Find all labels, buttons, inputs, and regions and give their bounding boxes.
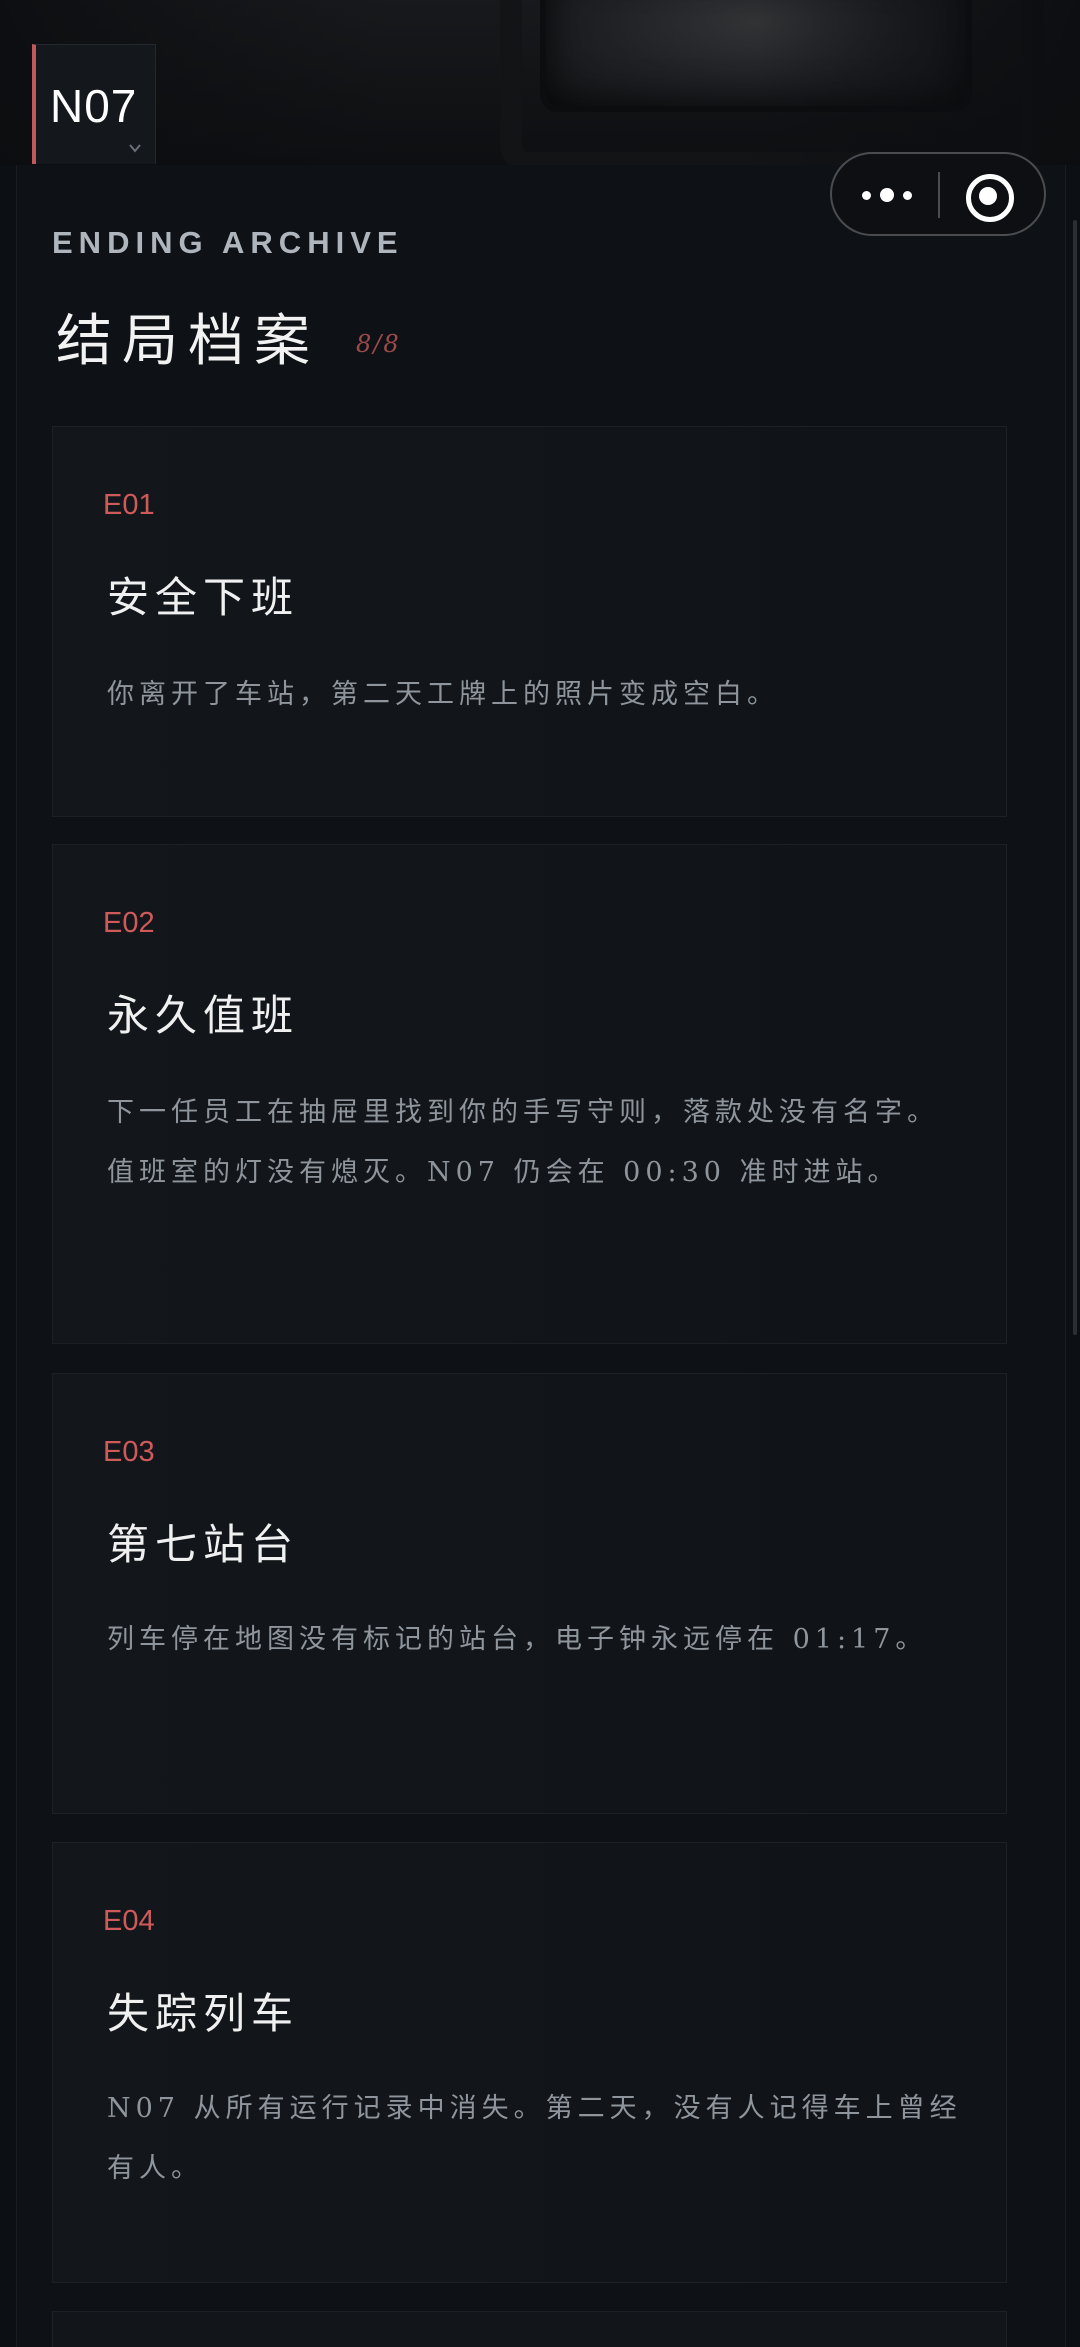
ending-card[interactable]: E03 第七站台 列车停在地图没有标记的站台，电子钟永远停在 01:17。	[52, 1373, 1007, 1814]
ending-title: 安全下班	[107, 573, 300, 622]
ending-description: 列车停在地图没有标记的站台，电子钟永远停在 01:17。	[107, 1624, 928, 1655]
more-dots-icon-right	[903, 191, 912, 200]
ending-description: N07 从所有运行记录中消失。第二天，没有人记得车上曾经有人。	[107, 2093, 962, 2184]
mini-program-capsule	[830, 152, 1046, 236]
page-title: 结局档案	[56, 309, 320, 374]
more-dots-icon-center	[880, 188, 894, 202]
scrollbar[interactable]	[1073, 220, 1077, 1335]
ending-count: 8/8	[356, 330, 401, 358]
ending-title: 失踪列车	[107, 1989, 300, 2038]
ending-description: 你离开了车站，第二天工牌上的照片变成空白。	[107, 679, 779, 710]
ending-title: 第七站台	[107, 1520, 300, 1569]
capsule-divider	[938, 172, 940, 218]
ending-id: E04	[103, 1905, 155, 1937]
hero-banner	[0, 0, 1080, 165]
ending-id: E03	[103, 1436, 155, 1468]
archive-eyebrow: ENDING ARCHIVE	[52, 225, 404, 260]
ending-id: E01	[103, 489, 155, 521]
hero-shade	[0, 0, 1080, 165]
ending-card[interactable]: E02 永久值班 下一任员工在抽屉里找到你的手写守则，落款处没有名字。值班室的灯…	[52, 844, 1007, 1344]
ending-id: E02	[103, 907, 155, 939]
train-code-label: N07	[50, 80, 138, 132]
target-close-icon-dot	[979, 187, 997, 205]
more-dots-icon	[862, 191, 871, 200]
ending-card[interactable]: E01 安全下班 你离开了车站，第二天工牌上的照片变成空白。	[52, 426, 1007, 817]
chevron-down-icon	[129, 144, 141, 153]
close-button[interactable]	[960, 168, 1016, 224]
ending-description: 下一任员工在抽屉里找到你的手写守则，落款处没有名字。值班室的灯没有熄灭。N07 …	[107, 1097, 939, 1188]
ending-card[interactable]: E04 失踪列车 N07 从所有运行记录中消失。第二天，没有人记得车上曾经有人。	[52, 1842, 1007, 2283]
ending-title: 永久值班	[107, 991, 300, 1040]
more-button[interactable]	[852, 166, 932, 224]
train-selector[interactable]: N07	[32, 44, 156, 164]
ending-card-partial[interactable]	[52, 2311, 1007, 2347]
